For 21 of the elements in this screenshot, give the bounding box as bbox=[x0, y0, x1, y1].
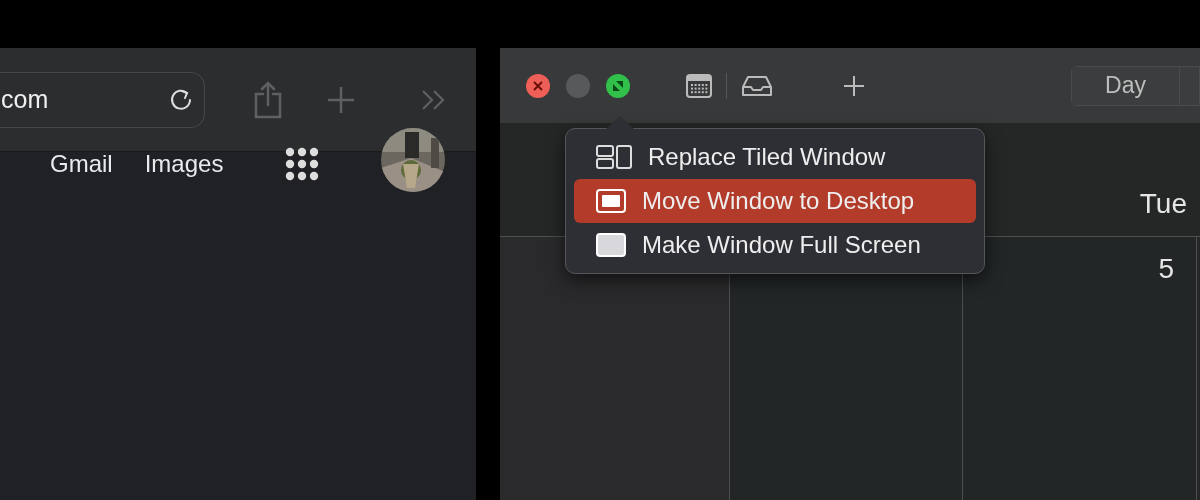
plus-icon[interactable] bbox=[843, 74, 865, 97]
full-screen-icon bbox=[596, 233, 626, 257]
address-field[interactable]: com bbox=[0, 71, 205, 128]
tile-layout-icon bbox=[596, 145, 632, 169]
calendar-icon[interactable] bbox=[686, 73, 712, 98]
day-header: Tue bbox=[1139, 188, 1187, 220]
address-text: com bbox=[1, 85, 49, 114]
nav-link[interactable]: Gmail bbox=[50, 150, 113, 178]
close-icon bbox=[532, 79, 544, 92]
nav-link[interactable]: Images bbox=[144, 150, 224, 178]
window-icon bbox=[596, 189, 626, 213]
apps-grid-icon[interactable] bbox=[285, 147, 320, 181]
menu-item[interactable]: Move Window to Desktop bbox=[574, 179, 976, 223]
day-number: 5 bbox=[1158, 253, 1174, 285]
zoom-icon bbox=[611, 78, 625, 93]
zoom-button[interactable] bbox=[606, 73, 630, 98]
view-tab[interactable]: Day bbox=[1072, 66, 1180, 105]
inbox-icon[interactable] bbox=[741, 74, 773, 97]
menu-item[interactable]: Make Window Full Screen bbox=[574, 223, 976, 267]
close-button[interactable] bbox=[526, 73, 550, 98]
menu-item[interactable]: Replace Tiled Window bbox=[574, 135, 976, 179]
